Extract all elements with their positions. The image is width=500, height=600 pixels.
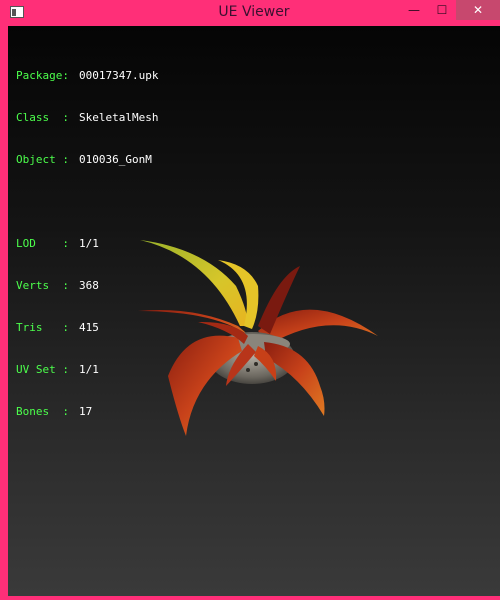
package-value: 00017347.upk (79, 69, 159, 82)
uvset-value: 1/1 (79, 363, 99, 376)
minimize-icon: — (408, 3, 420, 17)
tris-label: Tris : (16, 321, 69, 334)
object-label: Object : (16, 153, 69, 166)
close-button[interactable]: ✕ (456, 0, 500, 20)
app-window: UE Viewer — ☐ ✕ Package: 00017347.upk Cl… (0, 0, 500, 600)
class-value: SkeletalMesh (79, 111, 159, 124)
class-label: Class : (16, 111, 69, 124)
lod-label: LOD : (16, 237, 69, 250)
uvset-label: UV Set : (16, 363, 69, 376)
object-value: 010036_GonM (79, 153, 152, 166)
maximize-icon: ☐ (436, 3, 448, 17)
close-icon: ✕ (472, 3, 484, 17)
verts-label: Verts : (16, 279, 69, 292)
bones-value: 17 (79, 405, 93, 418)
package-label: Package: (16, 69, 69, 82)
bones-label: Bones : (16, 405, 69, 418)
maximize-button[interactable]: ☐ (428, 0, 456, 20)
minimize-button[interactable]: — (400, 0, 428, 20)
3d-viewport[interactable]: Package: 00017347.upk Class : SkeletalMesh… (8, 26, 500, 596)
lod-value: 1/1 (79, 237, 99, 250)
tris-value: 415 (79, 321, 99, 334)
verts-value: 368 (79, 279, 99, 292)
mesh-info-panel: Package: 00017347.upk Class : SkeletalMesh… (16, 41, 158, 447)
title-bar[interactable]: UE Viewer — ☐ ✕ (4, 0, 500, 26)
